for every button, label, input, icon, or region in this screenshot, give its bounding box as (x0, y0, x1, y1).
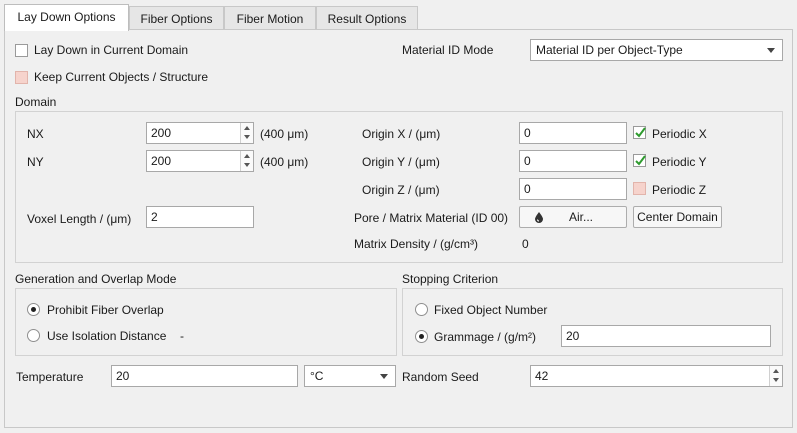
nx-label: NX (27, 127, 44, 141)
origin-x-input[interactable]: 0 (519, 122, 627, 144)
origin-z-input[interactable]: 0 (519, 178, 627, 200)
material-id-mode-select[interactable]: Material ID per Object-Type (530, 39, 783, 61)
matrix-density-label: Matrix Density / (g/cm³) (354, 237, 479, 251)
voxel-length-value: 2 (151, 210, 158, 224)
grammage-radio[interactable] (415, 330, 428, 343)
keep-objects-checkbox[interactable] (15, 71, 28, 84)
tab-label: Lay Down Options (17, 10, 116, 24)
random-seed-label: Random Seed (402, 370, 479, 384)
grammage-value: 20 (566, 329, 580, 343)
ny-value: 200 (151, 154, 172, 168)
origin-y-value: 0 (524, 154, 531, 168)
random-seed-value: 42 (535, 369, 549, 383)
origin-y-input[interactable]: 0 (519, 150, 627, 172)
material-id-mode-value: Material ID per Object-Type (536, 43, 683, 57)
material-id-mode-label: Material ID Mode (402, 43, 494, 57)
center-domain-button[interactable]: Center Domain (633, 206, 722, 228)
nx-value: 200 (151, 126, 172, 140)
temperature-unit-select[interactable]: °C (304, 365, 396, 387)
generation-group (15, 288, 397, 356)
ny-label: NY (27, 155, 44, 169)
isolation-distance-radio[interactable] (27, 329, 40, 342)
spin-arrows-icon[interactable] (240, 151, 253, 171)
lay-down-label: Lay Down in Current Domain (34, 43, 189, 57)
voxel-length-input[interactable]: 2 (146, 206, 254, 228)
temperature-input[interactable]: 20 (111, 365, 298, 387)
spin-arrows-icon[interactable] (769, 366, 782, 386)
random-seed-spinbox[interactable]: 42 (530, 365, 783, 387)
isolation-distance-value: - (180, 329, 184, 343)
droplet-icon (535, 212, 543, 223)
generation-title: Generation and Overlap Mode (15, 272, 177, 286)
prohibit-overlap-radio[interactable] (27, 303, 40, 316)
periodic-y-label: Periodic Y (652, 155, 707, 169)
tab-result-options[interactable]: Result Options (316, 6, 418, 30)
domain-title: Domain (15, 95, 57, 109)
periodic-z-checkbox[interactable] (633, 182, 646, 195)
tab-fiber-motion[interactable]: Fiber Motion (224, 6, 316, 30)
origin-y-label: Origin Y / (μm) (362, 155, 440, 169)
ny-spinbox[interactable]: 200 (146, 150, 254, 172)
tab-label: Result Options (327, 12, 407, 26)
periodic-z-label: Periodic Z (652, 183, 707, 197)
lay-down-checkbox[interactable] (15, 44, 28, 57)
origin-x-value: 0 (524, 126, 531, 140)
periodic-y-checkbox[interactable] (633, 154, 646, 167)
isolation-distance-label: Use Isolation Distance (47, 329, 167, 343)
origin-x-label: Origin X / (μm) (362, 127, 441, 141)
nx-unit: (400 μm) (260, 127, 309, 141)
fixed-object-number-radio[interactable] (415, 303, 428, 316)
pore-material-label: Pore / Matrix Material (ID 00) (354, 211, 509, 225)
temperature-label: Temperature (16, 370, 84, 384)
pore-material-button[interactable]: Air... (519, 206, 627, 228)
fixed-object-number-label: Fixed Object Number (434, 303, 548, 317)
grammage-input[interactable]: 20 (561, 325, 771, 347)
tab-fiber-options[interactable]: Fiber Options (129, 6, 224, 30)
spin-arrows-icon[interactable] (240, 123, 253, 143)
matrix-density-value: 0 (522, 237, 529, 251)
origin-z-value: 0 (524, 182, 531, 196)
chevron-down-icon (380, 374, 388, 379)
prohibit-overlap-label: Prohibit Fiber Overlap (47, 303, 164, 317)
keep-objects-label: Keep Current Objects / Structure (34, 70, 209, 84)
grammage-label: Grammage / (g/m²) (434, 330, 537, 344)
periodic-x-checkbox[interactable] (633, 126, 646, 139)
checkmark-icon (635, 127, 646, 138)
tab-label: Fiber Motion (236, 12, 304, 26)
nx-spinbox[interactable]: 200 (146, 122, 254, 144)
center-domain-button-label: Center Domain (637, 210, 718, 224)
checkmark-icon (635, 155, 646, 166)
stopping-title: Stopping Criterion (402, 272, 499, 286)
temperature-unit-value: °C (310, 369, 324, 383)
voxel-length-label: Voxel Length / (μm) (27, 212, 132, 226)
chevron-down-icon (767, 48, 775, 53)
pore-material-button-label: Air... (568, 210, 593, 224)
periodic-x-label: Periodic X (652, 127, 707, 141)
ny-unit: (400 μm) (260, 155, 309, 169)
origin-z-label: Origin Z / (μm) (362, 183, 440, 197)
tab-lay-down-options[interactable]: Lay Down Options (4, 4, 129, 31)
temperature-value: 20 (116, 369, 130, 383)
tab-label: Fiber Options (140, 12, 213, 26)
